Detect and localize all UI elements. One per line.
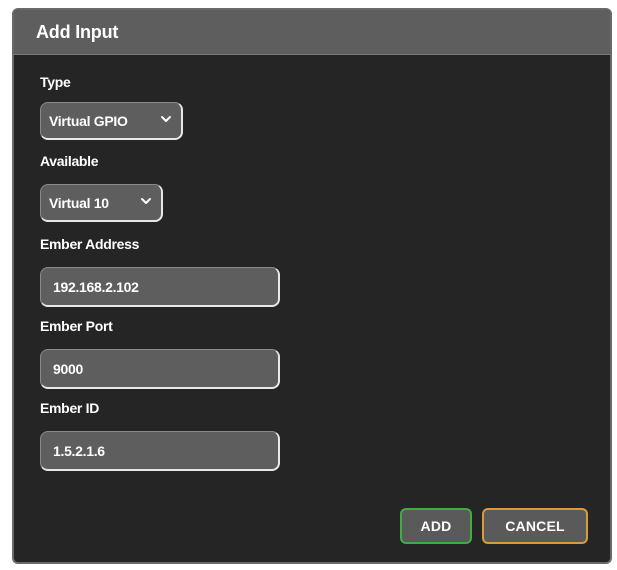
add-input-dialog: Add Input Type Virtual GPIO Available Vi…	[12, 8, 612, 564]
dialog-header: Add Input	[14, 10, 610, 55]
ember-port-value: 9000	[53, 360, 83, 377]
ember-address-input[interactable]: 192.168.2.102	[40, 267, 280, 307]
type-select-value: Virtual GPIO	[49, 112, 128, 129]
ember-id-value: 1.5.2.1.6	[53, 442, 105, 459]
available-select-value: Virtual 10	[49, 194, 109, 211]
ember-id-input[interactable]: 1.5.2.1.6	[40, 431, 280, 471]
dialog-title: Add Input	[36, 21, 119, 42]
chevron-down-icon	[141, 198, 151, 204]
ember-address-label: Ember Address	[40, 236, 140, 252]
ember-port-label: Ember Port	[40, 318, 113, 334]
type-label: Type	[40, 74, 71, 90]
chevron-down-icon	[161, 116, 171, 122]
cancel-button[interactable]: CANCEL	[482, 508, 588, 544]
ember-address-value: 192.168.2.102	[53, 278, 139, 295]
available-label: Available	[40, 153, 99, 169]
add-button[interactable]: ADD	[400, 508, 472, 544]
available-select[interactable]: Virtual 10	[40, 184, 163, 222]
type-select[interactable]: Virtual GPIO	[40, 102, 183, 140]
ember-id-label: Ember ID	[40, 400, 100, 416]
ember-port-input[interactable]: 9000	[40, 349, 280, 389]
